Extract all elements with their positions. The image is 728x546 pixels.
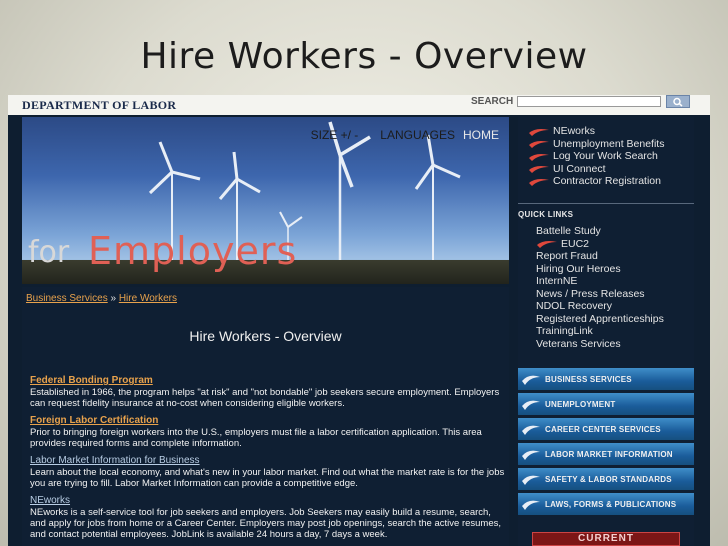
list-item: NEworks NEworks is a self-service tool f… — [30, 495, 506, 540]
swoosh-icon — [522, 500, 540, 510]
breadcrumb: Business Services » Hire Workers — [26, 293, 177, 304]
breadcrumb-separator: » — [107, 293, 119, 304]
breadcrumb-business-services[interactable]: Business Services — [26, 293, 108, 304]
item-description: Established in 1966, the program helps "… — [30, 387, 500, 409]
labor-market-info-link[interactable]: Labor Market Information for Business — [30, 455, 506, 467]
current-button[interactable]: CURRENT — [532, 532, 680, 546]
nav-unemployment[interactable]: UNEMPLOYMENT — [518, 393, 694, 415]
quick-link-apprenticeships[interactable]: Registered Apprenticeships — [536, 313, 664, 326]
hero-for-text: for — [28, 235, 70, 270]
quick-link-veterans[interactable]: Veterans Services — [536, 338, 664, 351]
swoosh-icon — [529, 128, 549, 136]
nav-safety-labor[interactable]: SAFETY & LABOR STANDARDS — [518, 468, 694, 490]
quick-link-news[interactable]: News / Press Releases — [536, 288, 664, 301]
list-item: Federal Bonding Program Established in 1… — [30, 375, 506, 409]
nav-labor-market[interactable]: LABOR MARKET INFORMATION — [518, 443, 694, 465]
swoosh-icon — [522, 450, 540, 460]
right-sidebar: NEworks Unemployment Benefits Log Your W… — [518, 117, 694, 546]
swoosh-icon — [529, 153, 549, 161]
page-title: Hire Workers - Overview — [189, 328, 342, 344]
size-toggle[interactable]: SIZE +/ - — [311, 128, 359, 142]
featured-link-ui-connect[interactable]: UI Connect — [528, 163, 664, 176]
featured-link-neworks[interactable]: NEworks — [528, 125, 664, 138]
item-description: NEworks is a self-service tool for job s… — [30, 507, 502, 540]
featured-links: NEworks Unemployment Benefits Log Your W… — [528, 125, 664, 188]
home-link[interactable]: HOME — [463, 128, 499, 142]
nav-business-services[interactable]: BUSINESS SERVICES — [518, 368, 694, 390]
nav-career-center[interactable]: CAREER CENTER SERVICES — [518, 418, 694, 440]
department-logo-text: DEPARTMENT OF LABOR — [22, 98, 177, 112]
hero-banner: SIZE +/ - LANGUAGES HOME for Employers — [22, 117, 509, 284]
top-header-bar: DEPARTMENT OF LABOR SEARCH — [8, 95, 710, 115]
sidebar-divider — [518, 203, 694, 204]
neworks-link[interactable]: NEworks — [30, 495, 506, 507]
search-button[interactable] — [666, 95, 690, 108]
nav-laws-forms[interactable]: LAWS, FORMS & PUBLICATIONS — [518, 493, 694, 515]
swoosh-icon — [529, 166, 549, 174]
quick-links-list: Battelle Study EUC2 Report Fraud Hiring … — [536, 225, 664, 350]
swoosh-icon — [522, 375, 540, 385]
quick-link-internne[interactable]: InternNE — [536, 275, 664, 288]
search-icon — [673, 97, 683, 107]
swoosh-icon — [522, 425, 540, 435]
languages-link[interactable]: LANGUAGES — [380, 128, 455, 142]
item-description: Prior to bringing foreign workers into t… — [30, 427, 482, 449]
swoosh-icon — [522, 400, 540, 410]
quick-link-ndol-recovery[interactable]: NDOL Recovery — [536, 300, 664, 313]
item-description: Learn about the local economy, and what'… — [30, 467, 505, 489]
main-content: Business Services » Hire Workers Hire Wo… — [22, 287, 509, 546]
quick-link-battelle[interactable]: Battelle Study — [536, 225, 664, 238]
breadcrumb-hire-workers[interactable]: Hire Workers — [119, 293, 177, 304]
swoosh-icon — [522, 475, 540, 485]
search-label: SEARCH — [471, 96, 514, 107]
website-screenshot: DEPARTMENT OF LABOR SEARCH SIZE +/ - LAN… — [8, 95, 710, 546]
quick-links-heading: QUICK LINKS — [518, 210, 574, 219]
list-item: Foreign Labor Certification Prior to bri… — [30, 415, 506, 449]
featured-link-unemployment-benefits[interactable]: Unemployment Benefits — [528, 138, 664, 151]
hero-employers-text: Employers — [88, 229, 298, 273]
foreign-labor-link[interactable]: Foreign Labor Certification — [30, 415, 506, 427]
list-item: Labor Market Information for Business Le… — [30, 455, 506, 489]
slide-title: Hire Workers - Overview — [140, 36, 588, 77]
program-list: Federal Bonding Program Established in 1… — [30, 375, 506, 546]
quick-link-traininglink[interactable]: TrainingLink — [536, 325, 664, 338]
quick-link-hiring-heroes[interactable]: Hiring Our Heroes — [536, 263, 664, 276]
swoosh-icon — [529, 178, 549, 186]
swoosh-icon — [529, 141, 549, 149]
search-input[interactable] — [517, 96, 661, 107]
featured-link-contractor-registration[interactable]: Contractor Registration — [528, 175, 664, 188]
federal-bonding-link[interactable]: Federal Bonding Program — [30, 375, 506, 387]
featured-link-work-search[interactable]: Log Your Work Search — [528, 150, 664, 163]
swoosh-icon — [537, 241, 557, 249]
quick-link-report-fraud[interactable]: Report Fraud — [536, 250, 664, 263]
hero-top-nav: SIZE +/ - LANGUAGES HOME — [289, 128, 499, 142]
quick-link-euc2[interactable]: EUC2 — [536, 238, 664, 251]
category-nav: BUSINESS SERVICES UNEMPLOYMENT CAREER CE… — [518, 368, 694, 518]
